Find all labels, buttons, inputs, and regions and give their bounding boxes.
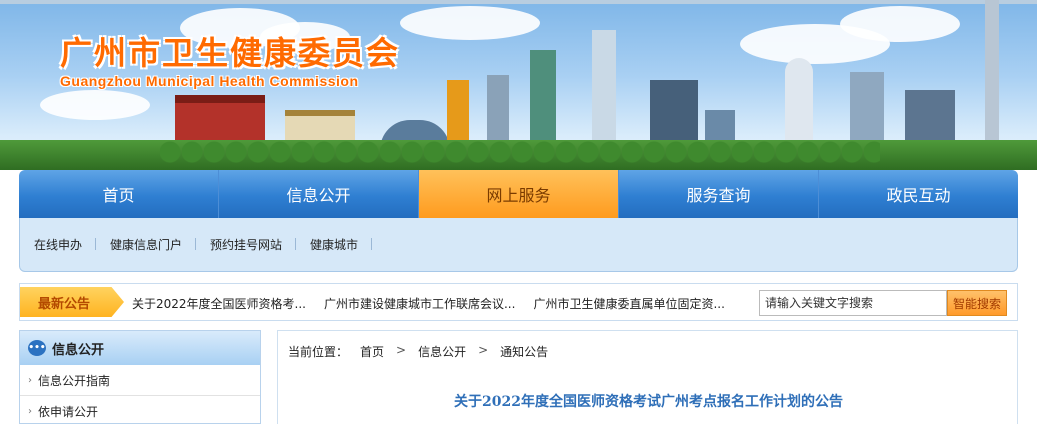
- nav-item-home[interactable]: 首页: [19, 170, 219, 218]
- nav-item-online-service[interactable]: 网上服务: [419, 170, 619, 218]
- notice-item[interactable]: 广州市卫生健康委直属单位固定资...: [533, 295, 724, 312]
- notice-label: 最新公告: [20, 287, 124, 317]
- site-title: 广州市卫生健康委员会: [60, 34, 401, 72]
- banner-trees: [160, 138, 880, 164]
- breadcrumb-separator: >: [478, 343, 489, 357]
- breadcrumb-info-disclosure[interactable]: 信息公开: [418, 343, 466, 360]
- search-button[interactable]: 智能搜索: [947, 290, 1007, 316]
- breadcrumb-notices[interactable]: 通知公告: [500, 343, 548, 360]
- main-content: 当前位置： 首页 > 信息公开 > 通知公告 关于2022年度全国医师资格考试广…: [277, 330, 1018, 424]
- chevron-right-icon: ›: [28, 374, 32, 386]
- sidebar-item-label: 信息公开指南: [38, 373, 111, 388]
- tower-building: [592, 30, 616, 150]
- chevron-right-icon: ›: [28, 405, 32, 417]
- breadcrumb: 当前位置： 首页 > 信息公开 > 通知公告: [288, 343, 560, 360]
- breadcrumb-separator: >: [396, 343, 407, 357]
- site-subtitle: Guangzhou Municipal Health Commission: [60, 73, 359, 89]
- chat-bubble-icon: •••: [28, 340, 46, 356]
- breadcrumb-home[interactable]: 首页: [360, 343, 384, 360]
- sidebar-heading: ••• 信息公开: [20, 331, 260, 365]
- main-nav: 首页 信息公开 网上服务 服务查询 政民互动: [19, 170, 1018, 218]
- subnav-item-online-apply[interactable]: 在线申办: [34, 236, 97, 253]
- banner-top-line: [0, 0, 1037, 4]
- sub-nav: 在线申办 健康信息门户 预约挂号网站 健康城市: [19, 218, 1018, 272]
- sidebar-item-label: 依申请公开: [38, 404, 99, 419]
- sidebar-item-request-disclosure[interactable]: › 依申请公开: [20, 396, 260, 424]
- nav-item-info-disclosure[interactable]: 信息公开: [219, 170, 419, 218]
- article-title: 关于2022年度全国医师资格考试广州考点报名工作计划的公告: [454, 394, 843, 410]
- subnav-item-appointment[interactable]: 预约挂号网站: [210, 236, 297, 253]
- subnav-item-health-portal[interactable]: 健康信息门户: [110, 236, 197, 253]
- canton-tower: [985, 0, 999, 150]
- notice-bar: 最新公告 关于2022年度全国医师资格考... 广州市建设健康城市工作联席会议.…: [19, 283, 1018, 321]
- sidebar-item-disclosure-guide[interactable]: › 信息公开指南: [20, 365, 260, 396]
- tower-building: [530, 50, 556, 150]
- notice-item[interactable]: 广州市建设健康城市工作联席会议...: [324, 295, 515, 312]
- cloud-image: [840, 6, 960, 42]
- nav-item-service-query[interactable]: 服务查询: [619, 170, 819, 218]
- cloud-image: [400, 6, 540, 40]
- sidebar-heading-label: 信息公开: [52, 342, 105, 358]
- header-banner: 广州市卫生健康委员会 Guangzhou Municipal Health Co…: [0, 0, 1037, 170]
- cloud-image: [40, 90, 150, 120]
- notice-item[interactable]: 关于2022年度全国医师资格考...: [132, 295, 306, 312]
- subnav-item-healthy-city[interactable]: 健康城市: [310, 236, 373, 253]
- tower-building: [785, 58, 813, 150]
- search-input[interactable]: [759, 290, 947, 316]
- nav-item-interaction[interactable]: 政民互动: [819, 170, 1018, 218]
- breadcrumb-prefix: 当前位置：: [288, 345, 349, 359]
- notice-list: 关于2022年度全国医师资格考... 广州市建设健康城市工作联席会议... 广州…: [132, 284, 743, 322]
- sidebar: ••• 信息公开 › 信息公开指南 › 依申请公开: [19, 330, 261, 424]
